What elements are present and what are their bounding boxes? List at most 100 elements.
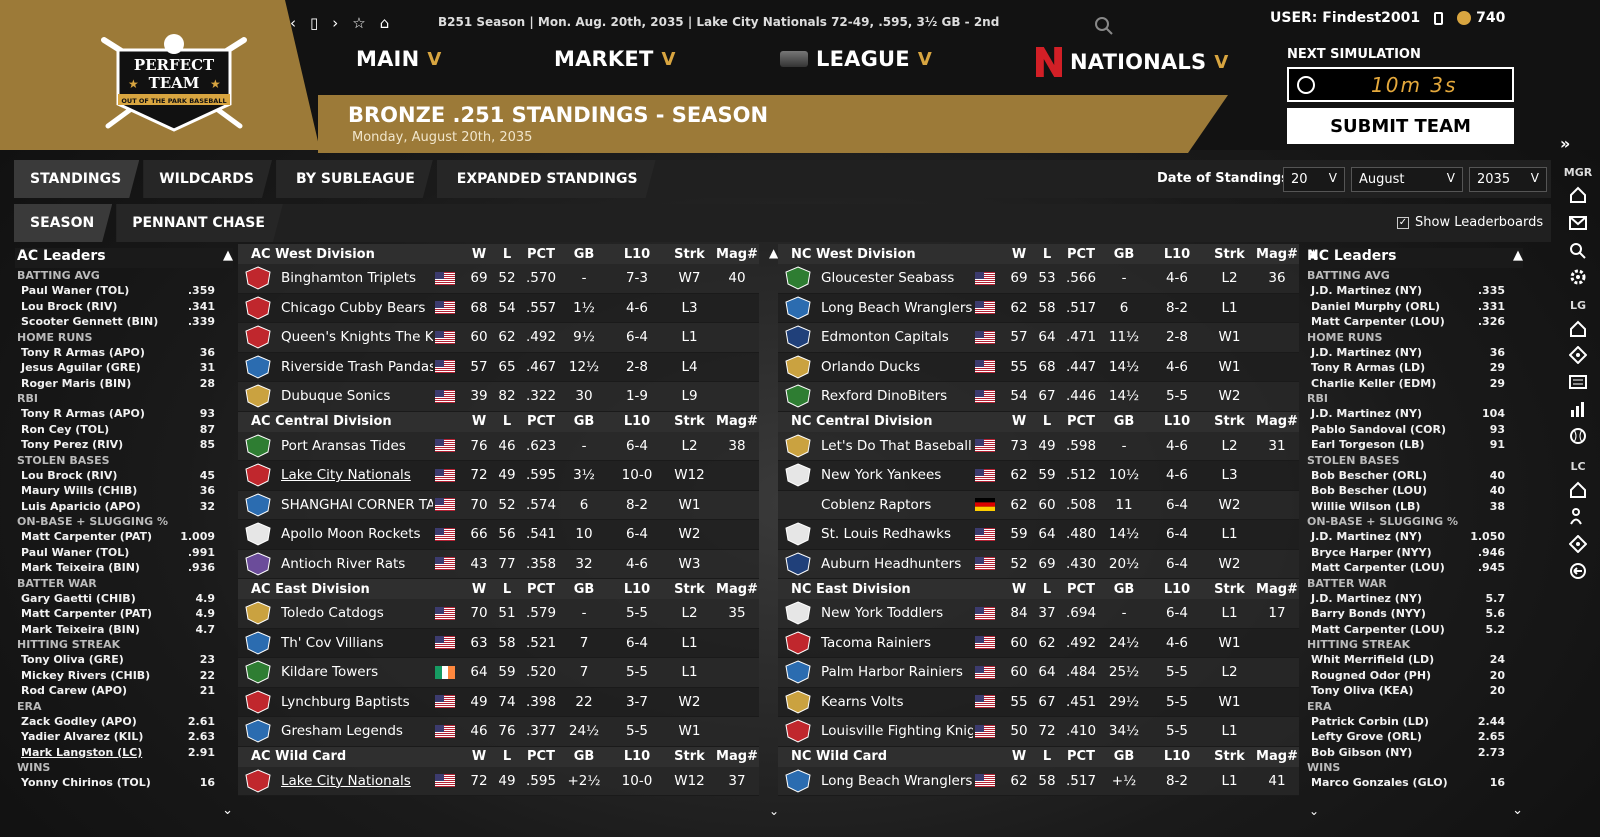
- transactions-icon[interactable]: [1569, 562, 1587, 580]
- team-name[interactable]: Orlando Ducks: [821, 359, 973, 375]
- column-header-w[interactable]: W: [1005, 247, 1033, 262]
- leader-player-name[interactable]: Mark Langston (LC): [21, 745, 142, 761]
- column-header-w[interactable]: W: [1005, 414, 1033, 429]
- leader-player-name[interactable]: Bob Gibson (NY): [1311, 745, 1412, 761]
- team-row[interactable]: Palm Harbor Rainiers 60 64 .484 25½ 5-5 L2: [778, 658, 1299, 688]
- column-header-l[interactable]: L: [1033, 247, 1061, 262]
- leader-row[interactable]: Matt Carpenter (LOU) .326: [1305, 314, 1523, 330]
- leader-row[interactable]: Barry Bonds (NYY) 5.6: [1305, 606, 1523, 622]
- team-name[interactable]: Palm Harbor Rainiers: [821, 664, 973, 680]
- column-header-gb[interactable]: GB: [561, 749, 607, 764]
- team-name[interactable]: New York Toddlers: [821, 605, 973, 621]
- leader-player-name[interactable]: Zack Godley (APO): [21, 714, 137, 730]
- scroll-down-icon[interactable]: ⌄: [222, 803, 233, 818]
- leader-row[interactable]: Charlie Keller (EDM) 29: [1305, 376, 1523, 392]
- column-header-l10[interactable]: L10: [607, 749, 667, 764]
- leader-player-name[interactable]: Jesus Aguilar (GRE): [21, 360, 141, 376]
- team-name[interactable]: Lake City Nationals: [281, 773, 433, 789]
- leader-row[interactable]: Tony R Armas (APO) 93: [15, 406, 233, 422]
- leader-player-name[interactable]: Charlie Keller (EDM): [1311, 376, 1436, 392]
- team-name[interactable]: Lynchburg Baptists: [281, 694, 433, 710]
- tab-by-subleague[interactable]: BY SUBLEAGUE: [276, 160, 433, 198]
- column-header-gb[interactable]: GB: [1101, 749, 1147, 764]
- team-row[interactable]: Lynchburg Baptists 49 74 .398 22 3-7 W2: [238, 687, 759, 717]
- leader-player-name[interactable]: Yonny Chirinos (TOL): [21, 775, 151, 791]
- team-row[interactable]: Tacoma Rainiers 60 62 .492 24½ 4-6 W1: [778, 628, 1299, 658]
- column-header-pct[interactable]: PCT: [1061, 414, 1101, 429]
- column-header-magnum[interactable]: Mag#: [712, 247, 762, 262]
- team-name[interactable]: St. Louis Redhawks: [821, 526, 973, 542]
- column-header-magnum[interactable]: Mag#: [712, 749, 762, 764]
- leader-row[interactable]: Bob Bescher (ORL) 40: [1305, 468, 1523, 484]
- leader-row[interactable]: Gary Gaetti (CHIB) 4.9: [15, 591, 233, 607]
- team-name[interactable]: Toledo Catdogs: [281, 605, 433, 621]
- leader-player-name[interactable]: Bryce Harper (NYY): [1311, 545, 1432, 561]
- leader-player-name[interactable]: Tony R Armas (LD): [1311, 360, 1425, 376]
- column-header-magnum[interactable]: Mag#: [1252, 749, 1302, 764]
- league-home-icon[interactable]: [1569, 320, 1587, 338]
- leader-player-name[interactable]: Paul Waner (TOL): [21, 283, 129, 299]
- leader-row[interactable]: Bob Bescher (LOU) 40: [1305, 483, 1523, 499]
- leader-row[interactable]: Paul Waner (TOL) .359: [15, 283, 233, 299]
- team-row[interactable]: Apollo Moon Rockets 66 56 .541 10 6-4 W2: [238, 520, 759, 550]
- leader-player-name[interactable]: Roger Maris (BIN): [21, 376, 131, 392]
- team-name[interactable]: Auburn Headhunters: [821, 556, 973, 572]
- leader-player-name[interactable]: Tony R Armas (APO): [21, 406, 145, 422]
- leader-player-name[interactable]: Lou Brock (RIV): [21, 468, 117, 484]
- column-header-strk[interactable]: Strk: [1207, 247, 1252, 262]
- leader-player-name[interactable]: Ron Cey (TOL): [21, 422, 109, 438]
- column-header-w[interactable]: W: [1005, 749, 1033, 764]
- home-icon[interactable]: [1569, 186, 1587, 204]
- home-icon[interactable]: ⌂: [380, 14, 390, 32]
- scroll-down-icon[interactable]: ⌄: [1512, 803, 1523, 818]
- team-name[interactable]: Long Beach Wranglers: [821, 773, 973, 789]
- leader-player-name[interactable]: Matt Carpenter (LOU): [1311, 622, 1445, 638]
- team-row[interactable]: Port Aransas Tides 76 46 .623 - 6-4 L2 38: [238, 431, 759, 461]
- column-header-strk[interactable]: Strk: [667, 247, 712, 262]
- leader-row[interactable]: Scooter Gennett (BIN) .339: [15, 314, 233, 330]
- column-header-strk[interactable]: Strk: [1207, 749, 1252, 764]
- leader-row[interactable]: Zack Godley (APO) 2.61: [15, 714, 233, 730]
- team-row[interactable]: Long Beach Wranglers 62 58 .517 6 8-2 L1: [778, 293, 1299, 323]
- leader-row[interactable]: Paul Waner (TOL) .991: [15, 545, 233, 561]
- expand-panel-icon[interactable]: »: [1560, 134, 1570, 153]
- leader-row[interactable]: Roger Maris (BIN) 28: [15, 376, 233, 392]
- leader-row[interactable]: Willie Wilson (LB) 38: [1305, 499, 1523, 515]
- team-row[interactable]: SHANGHAI CORNER TACOS 70 52 .574 6 8-2 W1: [238, 490, 759, 520]
- leader-row[interactable]: Mark Langston (LC) 2.91: [15, 745, 233, 761]
- day-select[interactable]: 20 V: [1283, 167, 1345, 192]
- column-header-w[interactable]: W: [1005, 582, 1033, 597]
- column-header-magnum[interactable]: Mag#: [1252, 582, 1302, 597]
- leader-player-name[interactable]: Bob Bescher (ORL): [1311, 468, 1427, 484]
- username[interactable]: USER: Findest2001: [1270, 10, 1420, 26]
- scroll-up-icon[interactable]: ▲: [223, 248, 233, 263]
- team-row[interactable]: Edmonton Capitals 57 64 .471 11½ 2-8 W1: [778, 323, 1299, 353]
- submit-team-button[interactable]: SUBMIT TEAM: [1287, 108, 1514, 144]
- column-header-gb[interactable]: GB: [561, 247, 607, 262]
- leader-player-name[interactable]: Mark Teixeira (BIN): [21, 560, 140, 576]
- column-header-gb[interactable]: GB: [561, 414, 607, 429]
- window-icon[interactable]: ▯: [310, 14, 318, 32]
- team-name[interactable]: Gresham Legends: [281, 723, 433, 739]
- leader-player-name[interactable]: Scooter Gennett (BIN): [21, 314, 158, 330]
- leader-row[interactable]: Bob Gibson (NY) 2.73: [1305, 745, 1523, 761]
- team-row[interactable]: Lake City Nationals 72 49 .595 +2½ 10-0 W12 37: [238, 766, 759, 796]
- perfect-team-logo[interactable]: PERFECT TEAM ★ ★ OUT OF THE PARK BASEBAL…: [98, 34, 250, 132]
- leader-player-name[interactable]: Yadier Alvarez (KIL): [21, 729, 143, 745]
- column-header-l10[interactable]: L10: [607, 414, 667, 429]
- team-row[interactable]: New York Toddlers 84 37 .694 - 6-4 L1 17: [778, 599, 1299, 629]
- column-header-l10[interactable]: L10: [607, 582, 667, 597]
- team-name[interactable]: Queen's Knights The Knights: [281, 329, 433, 345]
- news-icon[interactable]: [1569, 373, 1587, 391]
- tab-wildcards[interactable]: WILDCARDS: [143, 160, 272, 198]
- column-header-pct[interactable]: PCT: [521, 749, 561, 764]
- leader-row[interactable]: Tony Oliva (KEA) 20: [1305, 683, 1523, 699]
- leader-row[interactable]: Earl Torgeson (LB) 91: [1305, 437, 1523, 453]
- column-header-strk[interactable]: Strk: [1207, 414, 1252, 429]
- team-name[interactable]: New York Yankees: [821, 467, 973, 483]
- leader-player-name[interactable]: Lou Brock (RIV): [21, 299, 117, 315]
- column-header-pct[interactable]: PCT: [521, 582, 561, 597]
- leader-player-name[interactable]: Tony R Armas (APO): [21, 345, 145, 361]
- menu-market[interactable]: MARKET V: [554, 47, 676, 71]
- leader-row[interactable]: Pablo Sandoval (COR) 93: [1305, 422, 1523, 438]
